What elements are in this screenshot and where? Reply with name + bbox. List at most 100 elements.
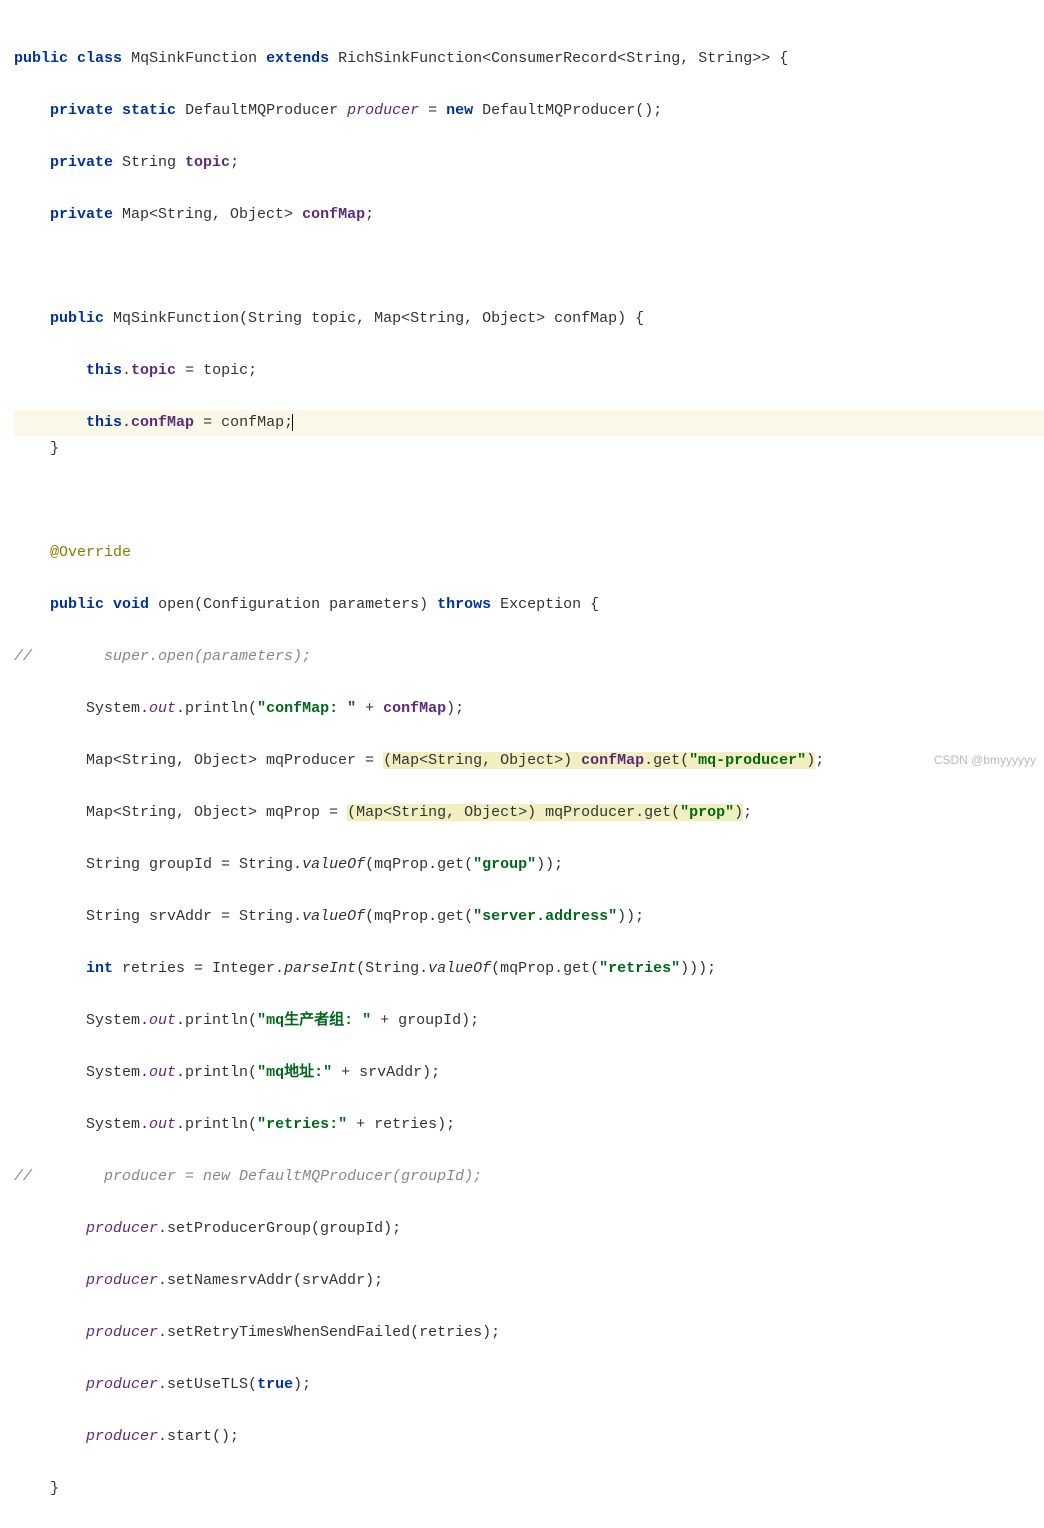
slashes: // <box>14 1168 32 1185</box>
system: System. <box>86 1064 149 1081</box>
kw-public: public <box>50 596 104 613</box>
code-line <box>14 254 1044 280</box>
code-line: private Map<String, Object> confMap; <box>14 202 1044 228</box>
println: .println( <box>176 1064 257 1081</box>
string-literal: "mq地址:" <box>257 1064 332 1081</box>
semi: ; <box>230 154 239 171</box>
decl: retries = Integer. <box>113 960 284 977</box>
code-line: } <box>14 1476 1044 1502</box>
kw-public: public <box>50 310 104 327</box>
parseint: parseInt <box>284 960 356 977</box>
code-line: System.out.println("mq生产者组: " + groupId)… <box>14 1008 1044 1034</box>
type: Map<String, Object> <box>113 206 302 223</box>
code-line: public class MqSinkFunction extends Rich… <box>14 46 1044 72</box>
kw-throws: throws <box>437 596 491 613</box>
code-line: private String topic; <box>14 150 1044 176</box>
kw-class: class <box>77 50 122 67</box>
slashes: // <box>14 648 32 665</box>
code-line <box>14 488 1044 514</box>
code-line: public void open(Configuration parameter… <box>14 592 1044 618</box>
field-confmap: confMap <box>131 414 194 431</box>
brace: } <box>50 440 59 457</box>
code-line: private static DefaultMQProducer produce… <box>14 98 1044 124</box>
kw-int: int <box>86 960 113 977</box>
parent-type: RichSinkFunction<ConsumerRecord<String, … <box>338 50 770 67</box>
decl: Map<String, Object> mqProducer = <box>86 752 383 769</box>
field-producer: producer <box>86 1428 158 1445</box>
field-topic: topic <box>185 154 230 171</box>
code-line: producer.setNamesrvAddr(srvAddr); <box>14 1268 1044 1294</box>
brace: } <box>50 1480 59 1497</box>
code-line: } <box>14 436 1044 462</box>
code-line: public MqSinkFunction(String topic, Map<… <box>14 306 1044 332</box>
string-literal: "mq-producer" <box>689 752 806 769</box>
end: )); <box>536 856 563 873</box>
cast: (Map<String, Object>) <box>383 752 581 769</box>
println: .println( <box>176 1012 257 1029</box>
get: .get( <box>644 752 689 769</box>
annotation-override: @Override <box>50 544 131 561</box>
rest: = confMap; <box>194 414 293 431</box>
out-field: out <box>149 1116 176 1133</box>
code-line: // super.open(parameters); <box>14 644 1044 670</box>
end-paren: ) <box>734 804 743 821</box>
kw-private: private <box>50 102 113 119</box>
field-topic: topic <box>131 362 176 379</box>
kw-new: new <box>446 102 473 119</box>
code-line: @Override <box>14 540 1044 566</box>
kw-static: static <box>122 102 176 119</box>
rest: = topic; <box>176 362 257 379</box>
kw-private: private <box>50 154 113 171</box>
class-name: MqSinkFunction <box>131 50 257 67</box>
field-producer: producer <box>347 102 419 119</box>
string-literal: "confMap: " <box>257 700 356 717</box>
valueof: valueOf <box>428 960 491 977</box>
code-line: Map<String, Object> mqProp = (Map<String… <box>14 800 1044 826</box>
sig: MqSinkFunction(String topic, Map<String,… <box>104 310 644 327</box>
field-producer: producer <box>86 1376 158 1393</box>
rest: .start(); <box>158 1428 239 1445</box>
code-line-highlighted: this.confMap = confMap; <box>14 410 1044 436</box>
comment-text: super.open(parameters); <box>104 648 311 665</box>
field-producer: producer <box>86 1324 158 1341</box>
ctor: DefaultMQProducer(); <box>473 102 662 119</box>
rest: (mqProp.get( <box>365 908 473 925</box>
string-literal: "retries:" <box>257 1116 347 1133</box>
system: System. <box>86 1116 149 1133</box>
rest: (mqProp.get( <box>365 856 473 873</box>
code-line: producer.start(); <box>14 1424 1044 1450</box>
code-editor[interactable]: public class MqSinkFunction extends Rich… <box>0 0 1044 1528</box>
exception: Exception { <box>491 596 599 613</box>
brace: { <box>770 50 788 67</box>
dot: . <box>122 414 131 431</box>
rest: .setRetryTimesWhenSendFailed(retries); <box>158 1324 500 1341</box>
semi: ; <box>365 206 374 223</box>
rest: .setUseTLS( <box>158 1376 257 1393</box>
println: .println( <box>176 1116 257 1133</box>
out-field: out <box>149 700 176 717</box>
end: ))); <box>680 960 716 977</box>
type: DefaultMQProducer <box>185 102 338 119</box>
kw-this: this <box>86 414 122 431</box>
system: System. <box>86 700 149 717</box>
dot: . <box>122 362 131 379</box>
kw-public: public <box>14 50 68 67</box>
code-line: producer.setUseTLS(true); <box>14 1372 1044 1398</box>
type: String <box>113 154 185 171</box>
code-line: // producer = new DefaultMQProducer(grou… <box>14 1164 1044 1190</box>
rest: + srvAddr); <box>332 1064 440 1081</box>
kw-void: void <box>113 596 149 613</box>
p2: (mqProp.get( <box>491 960 599 977</box>
code-line: String srvAddr = String.valueOf(mqProp.g… <box>14 904 1044 930</box>
string-literal: "retries" <box>599 960 680 977</box>
system: System. <box>86 1012 149 1029</box>
decl: Map<String, Object> mqProp = <box>86 804 347 821</box>
semi: ; <box>743 804 752 821</box>
end-paren: ) <box>806 752 815 769</box>
code-line: producer.setProducerGroup(groupId); <box>14 1216 1044 1242</box>
method-name: open(Configuration parameters) <box>149 596 437 613</box>
semi: ; <box>815 752 824 769</box>
kw-true: true <box>257 1376 293 1393</box>
code-line: this.topic = topic; <box>14 358 1044 384</box>
code-line: int retries = Integer.parseInt(String.va… <box>14 956 1044 982</box>
